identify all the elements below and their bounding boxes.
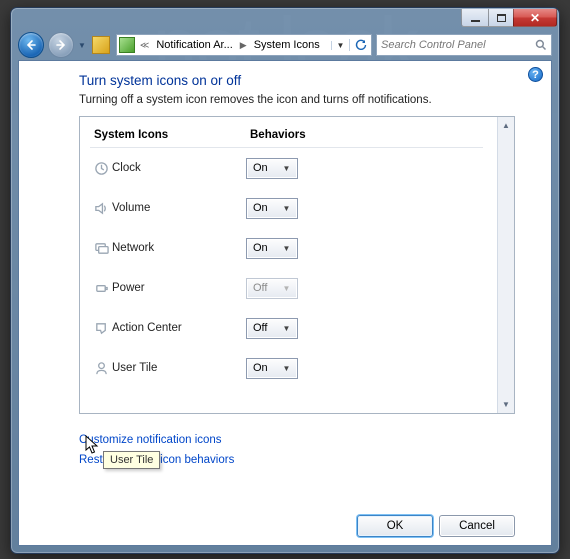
chevron-down-icon: ▼ [279, 239, 294, 258]
ok-button[interactable]: OK [357, 515, 433, 537]
list-item: Network On▼ [90, 228, 483, 268]
column-header-icons: System Icons [94, 129, 250, 141]
customize-link[interactable]: Customize notification icons [79, 434, 515, 446]
chevron-right-icon: ▶ [237, 40, 250, 51]
row-label: Network [112, 242, 246, 254]
help-icon[interactable]: ? [528, 67, 543, 82]
scroll-down-button[interactable]: ▼ [498, 396, 514, 413]
search-input[interactable]: Search Control Panel [376, 34, 552, 56]
row-label: Action Center [112, 322, 246, 334]
control-panel-window: ✕ ▼ ≪ Notification Ar... ▶ System Icons … [10, 7, 560, 554]
behavior-select-action-center[interactable]: Off▼ [246, 318, 298, 339]
scroll-up-button[interactable]: ▲ [498, 117, 514, 134]
row-label: Clock [112, 162, 246, 174]
recent-pages-dropdown[interactable]: ▼ [78, 41, 86, 50]
row-label: Volume [112, 202, 246, 214]
network-icon [90, 241, 112, 256]
maximize-button[interactable] [488, 9, 514, 27]
back-button[interactable] [18, 32, 44, 58]
action-center-icon [90, 321, 112, 336]
scrollbar[interactable]: ▲ ▼ [497, 117, 514, 413]
chevron-down-icon: ▼ [279, 159, 294, 178]
page-subtitle: Turning off a system icon removes the ic… [79, 94, 515, 106]
behavior-select-clock[interactable]: On▼ [246, 158, 298, 179]
arrow-left-icon [25, 39, 37, 51]
cancel-button[interactable]: Cancel [439, 515, 515, 537]
page-title: Turn system icons on or off [79, 73, 515, 88]
list-item: Clock On▼ [90, 148, 483, 188]
close-button[interactable]: ✕ [513, 9, 557, 27]
content-area: ? Turn system icons on or off Turning of… [18, 60, 552, 546]
list-item: Action Center Off▼ [90, 308, 483, 348]
list-item: User Tile On▼ [90, 348, 483, 388]
search-icon [535, 39, 547, 51]
control-panel-icon [119, 37, 135, 53]
behavior-select-volume[interactable]: On▼ [246, 198, 298, 219]
address-bar[interactable]: ≪ Notification Ar... ▶ System Icons ▼ [116, 34, 372, 56]
row-label: User Tile [112, 362, 246, 374]
tooltip: User Tile [103, 451, 160, 469]
power-icon [90, 281, 112, 296]
titlebar: ✕ [11, 8, 559, 30]
dialog-buttons: OK Cancel [79, 507, 515, 537]
chevron-down-icon: ▼ [279, 319, 294, 338]
volume-icon [90, 201, 112, 216]
clock-icon [90, 161, 112, 176]
user-tile-icon [90, 361, 112, 376]
list-item: Power Off▼ [90, 268, 483, 308]
search-placeholder: Search Control Panel [381, 39, 531, 51]
arrow-right-icon [55, 39, 67, 51]
row-label: Power [112, 282, 246, 294]
address-chevron-icon[interactable]: ≪ [137, 40, 152, 51]
folder-icon [92, 36, 110, 54]
behavior-select-network[interactable]: On▼ [246, 238, 298, 259]
address-dropdown[interactable]: ▼ [331, 41, 349, 50]
list-item: Volume On▼ [90, 188, 483, 228]
forward-button[interactable] [48, 32, 74, 58]
chevron-down-icon: ▼ [279, 359, 294, 378]
breadcrumb-seg-1[interactable]: Notification Ar... [152, 35, 236, 55]
refresh-button[interactable] [349, 39, 371, 51]
minimize-button[interactable] [461, 9, 489, 27]
navigation-bar: ▼ ≪ Notification Ar... ▶ System Icons ▼ … [18, 30, 552, 60]
system-icons-list: System Icons Behaviors Clock On▼ Volume … [79, 116, 515, 414]
behavior-select-user-tile[interactable]: On▼ [246, 358, 298, 379]
refresh-icon [355, 39, 367, 51]
behavior-select-power: Off▼ [246, 278, 298, 299]
column-header-behaviors: Behaviors [250, 129, 483, 141]
chevron-down-icon: ▼ [279, 199, 294, 218]
breadcrumb-seg-2[interactable]: System Icons [250, 35, 324, 55]
chevron-down-icon: ▼ [279, 279, 294, 298]
